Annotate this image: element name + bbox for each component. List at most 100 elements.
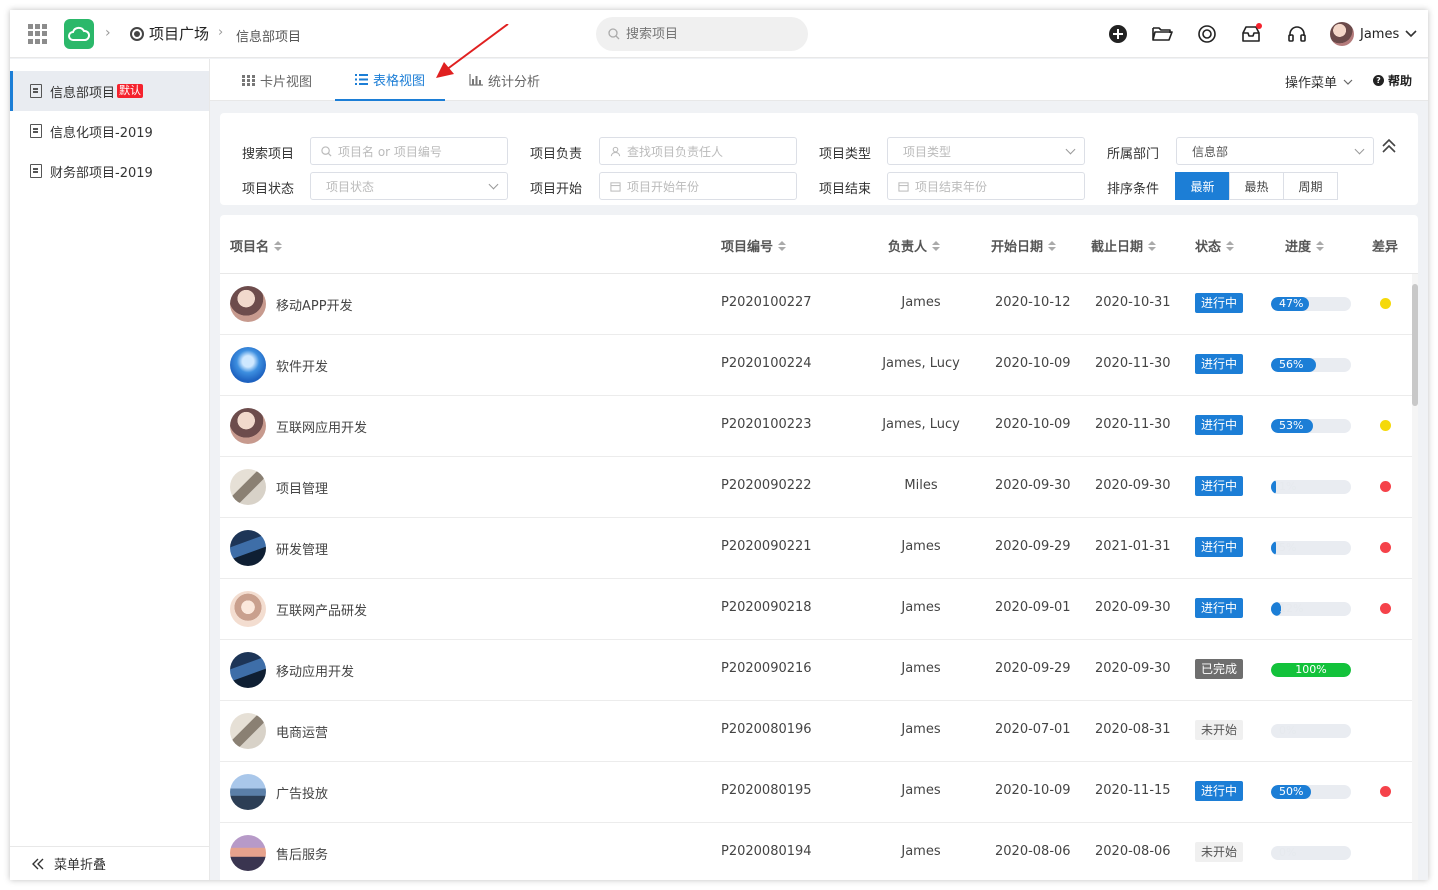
end-date: 2020-11-15 (1095, 783, 1171, 798)
owner-input[interactable]: 查找项目负责任人 (599, 137, 797, 165)
owner-placeholder: 查找项目负责任人 (627, 144, 724, 159)
project-name[interactable]: 软件开发 (276, 356, 328, 375)
project-name[interactable]: 广告投放 (276, 783, 328, 802)
sidebar-item-informatization-2019[interactable]: 信息化项目-2019 (10, 111, 209, 151)
sidebar-item-info-dept[interactable]: 信息部项目 默认 (10, 71, 209, 111)
column-header-progress[interactable]: 进度 (1285, 236, 1325, 255)
project-name[interactable]: 电商运营 (276, 722, 328, 741)
sort-period-button[interactable]: 周期 (1283, 172, 1338, 200)
column-title: 进度 (1285, 240, 1312, 255)
status-select[interactable]: 项目状态 (310, 172, 508, 200)
table-row[interactable]: 移动应用开发 P2020090216 James 2020-09-29 2020-09-… (220, 640, 1412, 701)
table-row[interactable]: 研发管理 P2020090221 James 2020-09-29 2021-01-31… (220, 518, 1412, 579)
status-badge: 进行中 (1195, 781, 1244, 801)
project-code: P2020080195 (721, 783, 812, 798)
column-header-owner[interactable]: 负责人 (888, 236, 941, 255)
sort-newest-button[interactable]: 最新 (1175, 172, 1230, 200)
start-date: 2020-09-30 (995, 478, 1071, 493)
start-year-placeholder: 项目开始年份 (627, 179, 700, 194)
list-icon (355, 73, 368, 85)
table-row[interactable]: 广告投放 P2020080195 James 2020-10-09 2020-11-15… (220, 762, 1412, 823)
progress-fill (1271, 541, 1276, 555)
start-date: 2020-09-29 (995, 539, 1071, 554)
project-name[interactable]: 售后服务 (276, 844, 328, 863)
project-name[interactable]: 互联网应用开发 (276, 417, 367, 436)
end-label: 项目结束 (819, 182, 872, 197)
folder-open-icon[interactable] (1151, 23, 1173, 45)
breadcrumb-root[interactable]: 项目广场 (130, 23, 209, 44)
sort-icon (1148, 240, 1157, 251)
column-title: 项目编号 (721, 240, 774, 255)
column-header-end[interactable]: 截止日期 (1091, 236, 1157, 255)
sort-button-group: 最新 最热 周期 (1175, 172, 1338, 200)
table-row[interactable]: 售后服务 P2020080194 James 2020-08-06 2020-08-06… (220, 823, 1412, 880)
table-row[interactable]: 项目管理 P2020090222 Miles 2020-09-30 2020-09-30… (220, 457, 1412, 518)
global-search[interactable] (596, 17, 808, 51)
table-row[interactable]: 互联网产品研发 P2020090218 James 2020-09-01 2020-09… (220, 579, 1412, 640)
progress-bar: 12% (1271, 602, 1351, 616)
scrollbar-thumb[interactable] (1412, 284, 1418, 406)
column-header-code[interactable]: 项目编号 (721, 236, 787, 255)
table-row[interactable]: 移动APP开发 P2020100227 James 2020-10-12 2020-10… (220, 274, 1412, 335)
menu-collapse-button[interactable]: 菜单折叠 (10, 846, 209, 880)
progress-label: 53% (1279, 419, 1304, 432)
status-badge: 进行中 (1195, 598, 1244, 618)
start-date: 2020-10-09 (995, 356, 1071, 371)
table-row[interactable]: 互联网应用开发 P2020100223 James, Lucy 2020-10-09 2… (220, 396, 1412, 457)
grid-icon (242, 74, 255, 86)
annotation-arrow-icon (436, 24, 509, 78)
start-date: 2020-10-09 (995, 417, 1071, 432)
project-name[interactable]: 移动APP开发 (276, 295, 353, 314)
project-name[interactable]: 互联网产品研发 (276, 600, 367, 619)
tab-table-view[interactable]: 表格视图 (335, 59, 446, 101)
type-select[interactable]: 项目类型 (887, 137, 1085, 165)
status-badge: 已完成 (1195, 659, 1244, 679)
tab-card-view[interactable]: 卡片视图 (222, 59, 332, 101)
project-avatar (230, 469, 266, 505)
dept-select[interactable]: 信息部 (1176, 137, 1374, 165)
table-row[interactable]: 软件开发 P2020100224 James, Lucy 2020-10-09 2020… (220, 335, 1412, 396)
table-scrollbar[interactable] (1412, 274, 1418, 880)
project-name[interactable]: 研发管理 (276, 539, 328, 558)
start-year-input[interactable]: 项目开始年份 (599, 172, 797, 200)
progress-label: 1% (1279, 480, 1297, 493)
type-label: 项目类型 (819, 147, 872, 162)
column-header-status[interactable]: 状态 (1195, 236, 1235, 255)
sort-hottest-button[interactable]: 最热 (1229, 172, 1284, 200)
project-avatar (230, 591, 266, 627)
column-header-name[interactable]: 项目名 (230, 236, 283, 255)
chevron-down-icon (1343, 79, 1353, 85)
project-name[interactable]: 移动应用开发 (276, 661, 354, 680)
search-project-input[interactable]: 项目名 or 项目编号 (310, 137, 508, 165)
progress-bar: 100% (1271, 663, 1351, 677)
breadcrumb-root-label: 项目广场 (149, 25, 210, 43)
column-header-diff[interactable]: 差异 (1372, 236, 1398, 255)
sort-icon (1316, 240, 1325, 251)
status-badge: 未开始 (1195, 720, 1244, 740)
column-header-start[interactable]: 开始日期 (991, 236, 1057, 255)
collapse-up-icon[interactable] (1380, 137, 1398, 155)
project-code: P2020080196 (721, 722, 812, 737)
help-button[interactable]: ? 帮助 (1372, 72, 1412, 89)
table-row[interactable]: 电商运营 P2020080196 James 2020-07-01 2020-08-31… (220, 701, 1412, 762)
sidebar-item-finance-2019[interactable]: 财务部项目-2019 (10, 151, 209, 191)
end-date: 2021-01-31 (1095, 539, 1171, 554)
support-ring-icon[interactable] (1196, 23, 1218, 45)
apps-grid-icon[interactable] (28, 24, 48, 44)
cloud-logo-icon[interactable] (64, 19, 94, 49)
user-name: James (1360, 26, 1400, 42)
end-year-input[interactable]: 项目结束年份 (887, 172, 1085, 200)
project-name[interactable]: 项目管理 (276, 478, 328, 497)
status-badge: 进行中 (1195, 415, 1244, 435)
end-date: 2020-10-31 (1095, 295, 1171, 310)
global-search-input[interactable] (626, 26, 796, 42)
calendar-icon (898, 181, 909, 192)
add-circle-icon[interactable] (1107, 23, 1129, 45)
inbox-icon[interactable] (1240, 23, 1262, 45)
progress-bar: 0% (1271, 846, 1351, 860)
user-menu[interactable]: James (1330, 22, 1417, 46)
end-date: 2020-11-30 (1095, 356, 1171, 371)
end-date: 2020-09-30 (1095, 478, 1171, 493)
headset-icon[interactable] (1286, 23, 1308, 45)
operations-menu[interactable]: 操作菜单 (1285, 72, 1353, 91)
